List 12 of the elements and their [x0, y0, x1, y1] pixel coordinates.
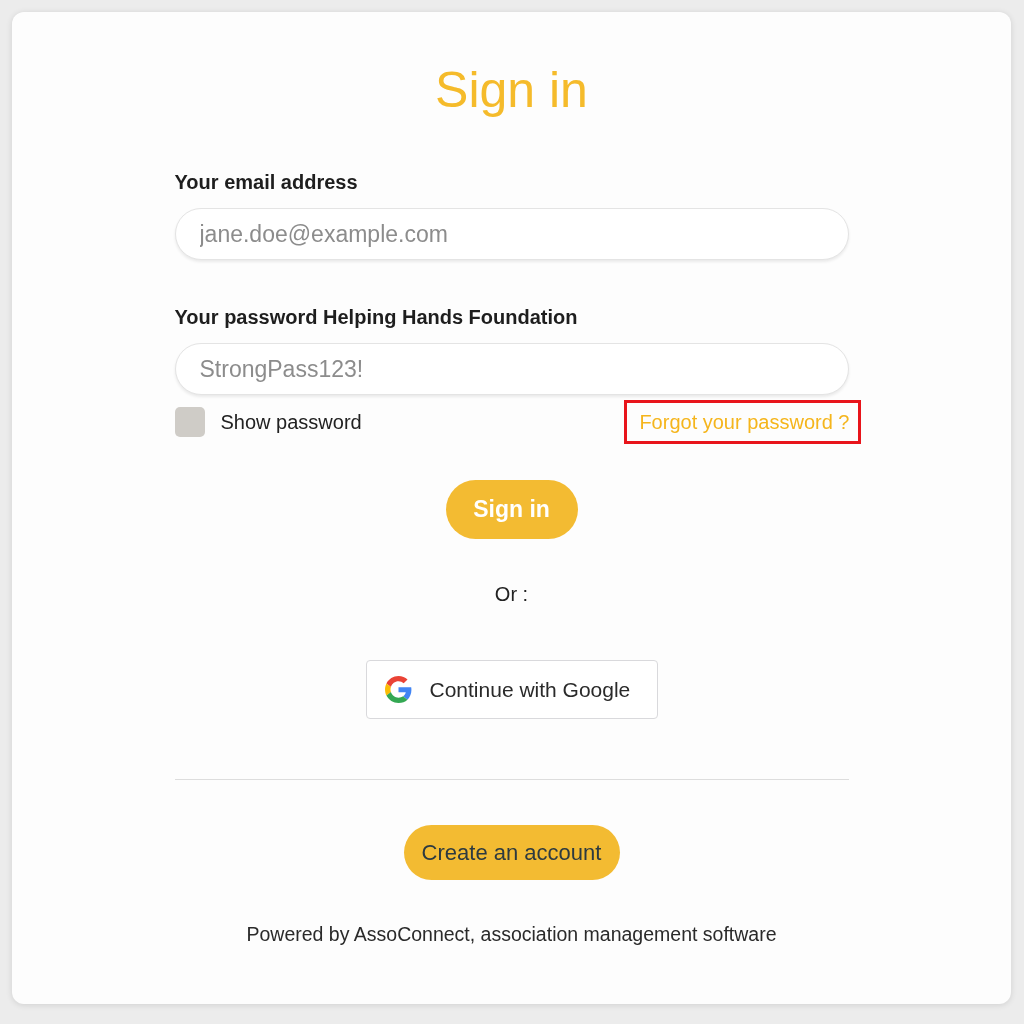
field-label: Your password Helping Hands Foundation [174, 305, 578, 329]
footer-text: Powered by AssoConnect, association management software [246, 922, 777, 946]
field-label: Your email address [174, 170, 358, 194]
checkbox[interactable] [174, 407, 205, 437]
show-password-label: Show password [220, 410, 362, 434]
input-field[interactable]: jane.doe@example.com [174, 208, 849, 260]
create-account-button[interactable]: Create an account [403, 825, 620, 880]
page-title: Sign in [434, 61, 589, 120]
google-button[interactable]: Continue with Google [365, 660, 658, 719]
input-field[interactable]: StrongPass123! [174, 343, 849, 395]
g-logo-icon [384, 676, 412, 703]
separator-text: Or : [494, 582, 529, 606]
